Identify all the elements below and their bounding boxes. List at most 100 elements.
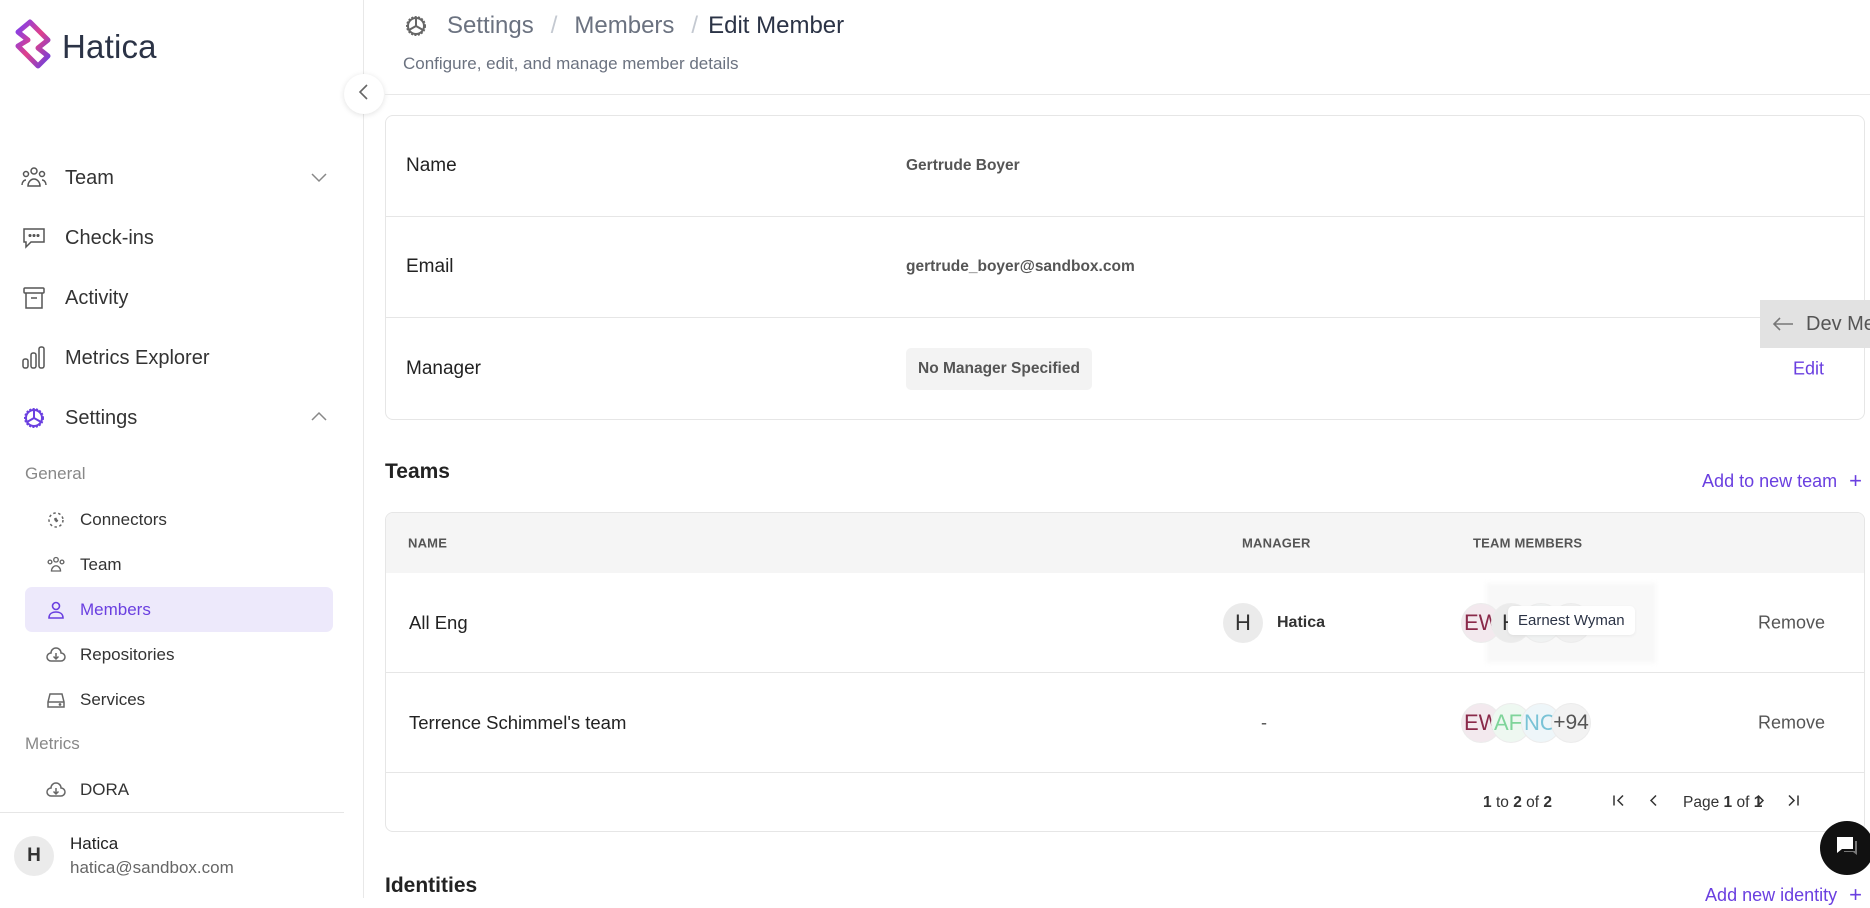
hatica-logo-icon — [12, 18, 56, 75]
table-row: Terrence Schimmel's team - EW AF NC +94 … — [386, 673, 1864, 773]
sidebar-item-label: Connectors — [80, 509, 167, 529]
team-manager: H Hatica — [1223, 602, 1326, 643]
breadcrumb: Settings / Members / Edit Member — [403, 12, 844, 40]
remove-team-button[interactable]: Remove — [1758, 712, 1825, 733]
team-manager: - — [1261, 712, 1267, 732]
sidebar: Hatica Team Check-ins Activity Metrics E… — [0, 0, 364, 898]
dev-panel-tab[interactable]: Dev Me — [1760, 300, 1870, 348]
app-name: Hatica — [62, 27, 157, 65]
main-content: Settings / Members / Edit Member Configu… — [365, 0, 1870, 907]
breadcrumb-separator: / — [550, 12, 558, 39]
sidebar-item-members[interactable]: Members — [25, 587, 333, 632]
first-page-icon[interactable] — [1612, 794, 1626, 813]
member-avatars[interactable]: EW AF NC +94 — [1461, 702, 1591, 743]
table-header: NAME MANAGER TEAM MEMBERS — [386, 513, 1864, 573]
users-icon — [20, 164, 48, 192]
chat-bubble-icon — [20, 224, 48, 252]
avatar: H — [1223, 602, 1263, 643]
sidebar-item-team[interactable]: Team — [25, 542, 333, 587]
nav-label: Activity — [65, 286, 129, 309]
breadcrumb-settings[interactable]: Settings — [447, 12, 534, 40]
member-email-value: gertrude_boyer@sandbox.com — [906, 258, 1135, 275]
sidebar-item-connectors[interactable]: Connectors — [25, 497, 333, 542]
chevron-up-icon[interactable] — [308, 406, 330, 434]
identities-title: Identities — [385, 874, 478, 897]
column-header-manager[interactable]: MANAGER — [1242, 536, 1311, 551]
field-label: Name — [406, 155, 457, 176]
arrow-left-icon — [1772, 316, 1794, 332]
last-page-icon[interactable] — [1786, 794, 1800, 813]
column-header-team-members[interactable]: TEAM MEMBERS — [1473, 536, 1582, 551]
member-tooltip: Earnest Wyman — [1508, 606, 1635, 635]
gear-icon — [20, 404, 48, 432]
field-row-email: Email gertrude_boyer@sandbox.com — [386, 217, 1864, 318]
page-indicator: Page 1 of 1 — [1683, 794, 1763, 811]
nav-label: Metrics Explorer — [65, 346, 210, 369]
more-members-badge[interactable]: +94 — [1551, 702, 1591, 743]
cloud-download-icon — [45, 644, 67, 666]
member-name-value: Gertrude Boyer — [906, 157, 1020, 174]
column-header-name[interactable]: NAME — [408, 536, 447, 551]
user-email: hatica@sandbox.com — [70, 858, 234, 877]
nav-label: Settings — [65, 406, 138, 429]
nav-item-metrics-explorer[interactable]: Metrics Explorer — [20, 338, 330, 378]
nav-label: Team — [65, 166, 114, 189]
chat-icon — [1833, 832, 1861, 865]
breadcrumb-separator: / — [691, 12, 699, 39]
gear-icon — [403, 13, 429, 39]
avatar: H — [14, 836, 54, 876]
add-to-new-team-button[interactable]: Add to new team + — [1702, 468, 1862, 494]
plus-icon: + — [1849, 882, 1862, 907]
header-divider — [385, 94, 1870, 95]
add-new-identity-button[interactable]: Add new identity + — [1705, 882, 1862, 908]
field-row-manager: Manager No Manager Specified Edit — [386, 318, 1864, 419]
nav-item-check-ins[interactable]: Check-ins — [20, 218, 330, 258]
add-label: Add to new team — [1702, 470, 1838, 491]
plus-icon: + — [1849, 468, 1862, 493]
sidebar-item-label: DORA — [80, 779, 130, 799]
teams-table: NAME MANAGER TEAM MEMBERS All Eng H Hati… — [385, 512, 1865, 832]
sidebar-item-label: Members — [80, 599, 151, 619]
breadcrumb-members[interactable]: Members — [574, 12, 674, 40]
field-label: Email — [406, 256, 454, 277]
add-label: Add new identity — [1705, 884, 1838, 905]
nav-item-team[interactable]: Team — [20, 158, 330, 198]
edit-manager-button[interactable]: Edit — [1793, 358, 1824, 379]
user-profile[interactable]: H Hatica hatica@sandbox.com — [14, 834, 234, 878]
manager-value: No Manager Specified — [906, 347, 1092, 390]
sidebar-item-label: Services — [80, 689, 146, 709]
user-name: Hatica — [70, 834, 119, 853]
nav-item-activity[interactable]: Activity — [20, 278, 330, 318]
sidebar-item-dora[interactable]: DORA — [25, 767, 333, 812]
teams-title: Teams — [385, 460, 450, 483]
user-icon — [45, 599, 67, 621]
group-label-general: General — [25, 464, 86, 483]
users-icon — [45, 554, 67, 576]
manager-name: Hatica — [1277, 613, 1326, 631]
row-count: 1 to 2 of 2 — [1483, 794, 1552, 811]
table-row: All Eng H Hatica EW H Earnest Wyman Remo… — [386, 573, 1864, 673]
remove-team-button[interactable]: Remove — [1758, 612, 1825, 633]
sidebar-item-repositories[interactable]: Repositories — [25, 632, 333, 677]
next-page-icon[interactable] — [1753, 794, 1767, 813]
sidebar-divider — [0, 812, 344, 813]
field-label: Manager — [406, 357, 481, 379]
sidebar-item-services[interactable]: Services — [25, 677, 333, 722]
nav-label: Check-ins — [65, 226, 154, 249]
chat-support-button[interactable] — [1820, 821, 1870, 875]
member-details-card: Name Gertrude Boyer Email gertrude_boyer… — [385, 115, 1865, 420]
sidebar-item-label: Team — [80, 554, 122, 574]
page-subtitle: Configure, edit, and manage member detai… — [403, 54, 739, 73]
team-name: Terrence Schimmel's team — [409, 711, 627, 733]
chevron-down-icon[interactable] — [308, 166, 330, 194]
sidebar-item-label: Repositories — [80, 644, 175, 664]
logo[interactable]: Hatica — [12, 18, 157, 75]
dev-panel-label: Dev Me — [1806, 312, 1870, 335]
page-title: Edit Member — [708, 12, 845, 39]
connectors-icon — [45, 509, 67, 531]
prev-page-icon[interactable] — [1647, 794, 1661, 813]
bar-chart-icon — [20, 344, 48, 372]
archive-box-icon — [20, 284, 48, 312]
nav-item-settings[interactable]: Settings — [20, 398, 330, 438]
group-label-metrics: Metrics — [25, 734, 80, 753]
